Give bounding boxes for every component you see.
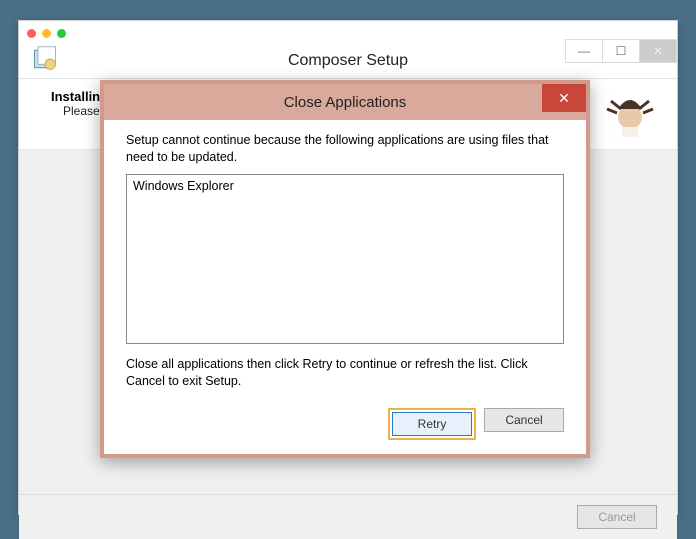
app-icon xyxy=(31,45,59,73)
dialog-close-button[interactable]: ✕ xyxy=(542,84,586,112)
wizard-image xyxy=(603,89,657,137)
dialog-hint: Close all applications then click Retry … xyxy=(126,356,564,390)
outer-footer: Cancel xyxy=(19,495,677,539)
dialog-body: Setup cannot continue because the follow… xyxy=(104,120,586,400)
outer-cancel-button[interactable]: Cancel xyxy=(577,505,657,529)
maximize-button[interactable]: ☐ xyxy=(602,39,640,63)
dialog-message: Setup cannot continue because the follow… xyxy=(126,132,564,166)
dialog-titlebar: Close Applications ✕ xyxy=(104,84,586,120)
close-applications-dialog: Close Applications ✕ Setup cannot contin… xyxy=(100,80,590,458)
close-button[interactable]: ✕ xyxy=(639,39,677,63)
close-icon: ✕ xyxy=(558,90,570,107)
retry-highlight: Retry xyxy=(388,408,476,440)
dialog-footer: Retry Cancel xyxy=(104,400,586,454)
window-controls: — ☐ ✕ xyxy=(566,39,677,63)
applications-list[interactable]: Windows Explorer xyxy=(126,174,564,344)
outer-titlebar: Composer Setup — ☐ ✕ xyxy=(19,43,677,79)
window-title: Composer Setup xyxy=(288,52,408,70)
minimize-button[interactable]: — xyxy=(565,39,603,63)
cancel-button[interactable]: Cancel xyxy=(484,408,564,432)
mac-traffic-lights xyxy=(27,29,66,38)
dialog-title: Close Applications xyxy=(284,94,407,111)
retry-button[interactable]: Retry xyxy=(392,412,472,436)
list-item[interactable]: Windows Explorer xyxy=(133,179,557,193)
